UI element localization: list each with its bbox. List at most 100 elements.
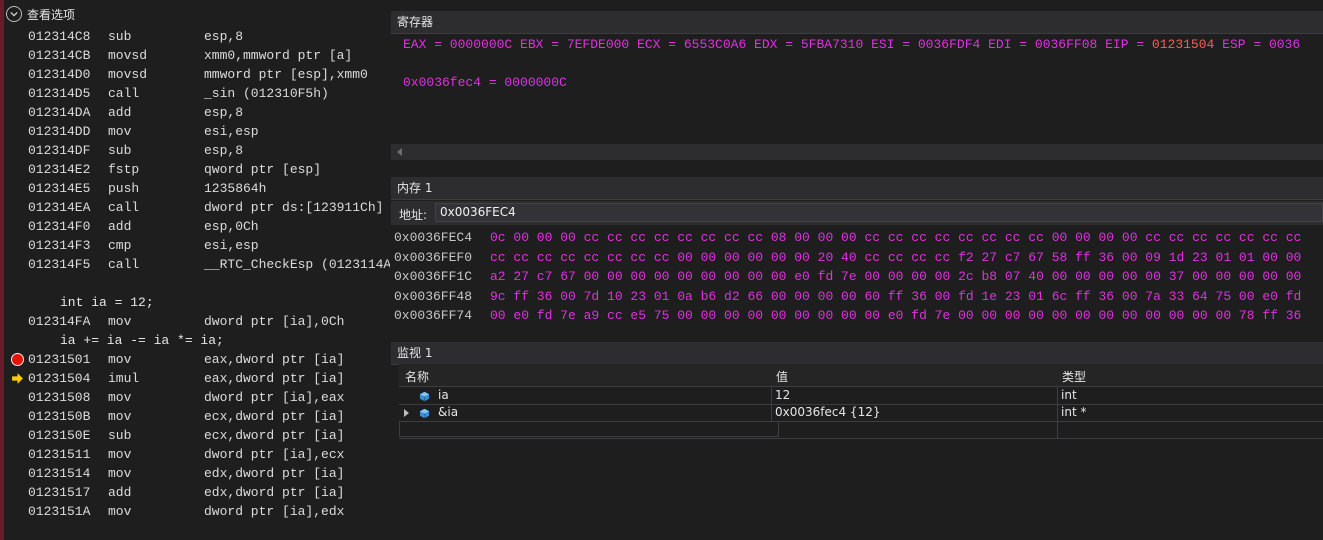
disassembly-line[interactable]: 012314CB movsd xmm0,mmword ptr [a]	[0, 46, 390, 65]
disassembly-line[interactable]: 012314D5 call _sin (012310F5h)	[0, 84, 390, 103]
instruction-operands: ecx,dword ptr [ia]	[204, 428, 345, 443]
instruction-address: 012314F0	[28, 219, 91, 234]
disassembly-line[interactable]: 012314C8 sub esp,8	[0, 27, 390, 46]
instruction-mnemonic: movsd	[108, 67, 148, 82]
instruction-address: 012314DF	[28, 143, 91, 158]
breakpoint-icon[interactable]	[11, 353, 24, 366]
instruction-address: 012314EA	[28, 200, 91, 215]
instruction-operands: edx,dword ptr [ia]	[204, 485, 345, 500]
disassembly-line[interactable]: 01231501 mov eax,dword ptr [ia]	[0, 350, 390, 369]
variable-icon	[419, 407, 430, 419]
register-values[interactable]: EAX = 0000000C EBX = 7EFDE000 ECX = 6553…	[403, 37, 1300, 52]
disassembly-line[interactable]: 0123150B mov ecx,dword ptr [ia]	[0, 407, 390, 426]
registers-title: 寄存器	[391, 11, 1323, 34]
disassembly-line[interactable]: 012314DF sub esp,8	[0, 141, 390, 160]
watch-value[interactable]: 12	[775, 387, 790, 404]
scroll-left-icon[interactable]	[397, 148, 402, 156]
instruction-mnemonic: add	[108, 219, 132, 234]
disassembly-pane[interactable]: 查看选项 012314C8 sub esp,8 012314CB movsd xmm0,m…	[0, 0, 390, 540]
instruction-mnemonic: imul	[108, 371, 140, 386]
instruction-operands: mmword ptr [esp],xmm0	[204, 67, 368, 82]
watch-row[interactable]: &ia 0x0036fec4 {12} int *	[399, 404, 1323, 422]
registers-panel[interactable]: 寄存器 EAX = 0000000C EBX = 7EFDE000 ECX = …	[391, 11, 1323, 160]
instruction-address: 012314CB	[28, 48, 91, 63]
memory-row[interactable]: 0x0036FEF0 cc cc cc cc cc cc cc cc 00 00 …	[391, 248, 1323, 268]
instruction-operands: edx,dword ptr [ia]	[204, 466, 345, 481]
disassembly-line[interactable]: 01231508 mov dword ptr [ia],eax	[0, 388, 390, 407]
memory-bytes[interactable]: 0c 00 00 00 cc cc cc cc cc cc cc cc 08 0…	[490, 228, 1301, 248]
memory-bytes[interactable]: 9c ff 36 00 7d 10 23 01 0a b6 d2 66 00 0…	[490, 287, 1301, 307]
instruction-operands: __RTC_CheckEsp (0123114A	[204, 257, 390, 272]
watch-name: &ia	[438, 405, 459, 419]
source-line[interactable]: ia += ia -= ia *= ia;	[0, 331, 390, 350]
source-code: int ia = 12;	[60, 295, 154, 310]
instruction-operands: dword ptr [ia],edx	[204, 504, 345, 519]
disassembly-code[interactable]: 012314C8 sub esp,8 012314CB movsd xmm0,mmword…	[0, 27, 390, 521]
instruction-mnemonic: add	[108, 485, 132, 500]
instruction-operands: esp,8	[204, 105, 244, 120]
memory-bytes[interactable]: cc cc cc cc cc cc cc cc 00 00 00 00 00 0…	[490, 248, 1301, 268]
disassembly-line[interactable]: 01231514 mov edx,dword ptr [ia]	[0, 464, 390, 483]
instruction-operands: eax,dword ptr [ia]	[204, 352, 345, 367]
instruction-mnemonic: mov	[108, 314, 132, 329]
column-header-value[interactable]: 值	[776, 368, 788, 385]
disassembly-line[interactable]: 012314DD mov esi,esp	[0, 122, 390, 141]
add-watch-row[interactable]	[399, 421, 1323, 439]
instruction-address: 0123150B	[28, 409, 91, 424]
instruction-address: 012314DD	[28, 124, 91, 139]
memory-address: 0x0036FF74	[394, 308, 473, 323]
memory-bytes[interactable]: 00 e0 fd 7e a9 cc e5 75 00 00 00 00 00 0…	[490, 306, 1301, 325]
instruction-mnemonic: mov	[108, 352, 132, 367]
address-input[interactable]: 0x0036FEC4	[435, 203, 1323, 222]
memory-bytes[interactable]: a2 27 c7 67 00 00 00 00 00 00 00 00 00 e…	[490, 267, 1301, 287]
disassembly-line[interactable]: 01231511 mov dword ptr [ia],ecx	[0, 445, 390, 464]
watch-value[interactable]: 0x0036fec4 {12}	[775, 404, 880, 421]
memory-address: 0x0036FF1C	[394, 269, 473, 284]
disassembly-line[interactable]: 012314F0 add esp,0Ch	[0, 217, 390, 236]
disassembly-line[interactable]: 012314F5 call __RTC_CheckEsp (0123114A	[0, 255, 390, 274]
disassembly-line[interactable]: 012314D0 movsd mmword ptr [esp],xmm0	[0, 65, 390, 84]
source-line[interactable]: int ia = 12;	[0, 293, 390, 312]
instruction-operands: dword ptr [ia],0Ch	[204, 314, 345, 329]
disassembly-line[interactable]: 012314E2 fstp qword ptr [esp]	[0, 160, 390, 179]
instruction-mnemonic: mov	[108, 466, 132, 481]
disassembly-line[interactable]: 012314EA call dword ptr ds:[123911Ch]	[0, 198, 390, 217]
disassembly-line[interactable]: 0123151A mov dword ptr [ia],edx	[0, 502, 390, 521]
watch-row[interactable]: ia 12 int	[399, 387, 1323, 405]
add-watch-input[interactable]	[399, 421, 779, 437]
memory-row[interactable]: 0x0036FF74 00 e0 fd 7e a9 cc e5 75 00 00 …	[391, 306, 1323, 325]
column-header-type[interactable]: 类型	[1062, 368, 1086, 385]
instruction-operands: ecx,dword ptr [ia]	[204, 409, 345, 424]
instruction-operands: dword ptr [ia],eax	[204, 390, 345, 405]
disassembly-line[interactable]: 012314DA add esp,8	[0, 103, 390, 122]
view-options-toggle[interactable]: 查看选项	[6, 4, 75, 24]
instruction-mnemonic: fstp	[108, 162, 140, 177]
memory-rows[interactable]: 0x0036FEC4 0c 00 00 00 cc cc cc cc cc cc …	[391, 228, 1323, 325]
disassembly-line[interactable]: 01231504 imul eax,dword ptr [ia]	[0, 369, 390, 388]
current-instruction-arrow-icon	[12, 373, 23, 384]
memory-row[interactable]: 0x0036FF1C a2 27 c7 67 00 00 00 00 00 00 …	[391, 267, 1323, 287]
disassembly-line[interactable]: 012314FA mov dword ptr [ia],0Ch	[0, 312, 390, 331]
watch-panel[interactable]: 监视 1 名称 值 类型 ia 12 int &ia 0x0036fec4 {12} in…	[391, 342, 1323, 540]
column-header-name[interactable]: 名称	[405, 368, 429, 385]
instruction-mnemonic: push	[108, 181, 140, 196]
blank-line[interactable]	[0, 274, 390, 293]
memory-row[interactable]: 0x0036FEC4 0c 00 00 00 cc cc cc cc cc cc …	[391, 228, 1323, 248]
expand-arrow-icon[interactable]	[404, 409, 409, 417]
disassembly-line[interactable]: 012314F3 cmp esi,esp	[0, 236, 390, 255]
instruction-address: 012314E2	[28, 162, 91, 177]
instruction-mnemonic: mov	[108, 409, 132, 424]
column-separator	[1057, 421, 1058, 438]
disassembly-line[interactable]: 012314E5 push 1235864h	[0, 179, 390, 198]
memory-address: 0x0036FEF0	[394, 249, 473, 265]
registers-horizontal-scrollbar[interactable]	[391, 144, 1323, 160]
disassembly-line[interactable]: 01231517 add edx,dword ptr [ia]	[0, 483, 390, 502]
instruction-mnemonic: movsd	[108, 48, 148, 63]
memory-panel[interactable]: 内存 1 地址: 0x0036FEC4 0x0036FEC4 0c 00 00 0…	[391, 177, 1323, 325]
memory-row[interactable]: 0x0036FF48 9c ff 36 00 7d 10 23 01 0a b6 …	[391, 287, 1323, 307]
disassembly-line[interactable]: 0123150E sub ecx,dword ptr [ia]	[0, 426, 390, 445]
instruction-operands: esi,esp	[204, 238, 259, 253]
instruction-address: 01231504	[28, 371, 91, 386]
register-effective-address: 0x0036fec4 = 0000000C	[403, 75, 567, 90]
source-code: ia += ia -= ia *= ia;	[60, 333, 224, 348]
